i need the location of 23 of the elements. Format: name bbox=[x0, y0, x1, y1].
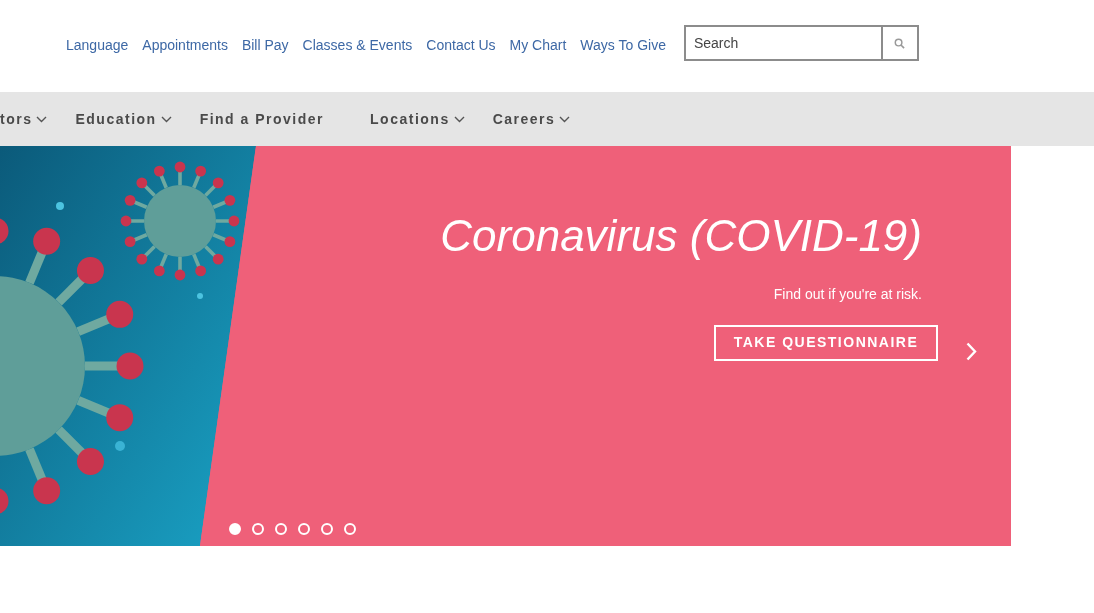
search-icon bbox=[894, 37, 906, 49]
chevron-down-icon bbox=[36, 115, 48, 123]
hero-title: Coronavirus (COVID-19) bbox=[440, 214, 922, 258]
utility-link[interactable]: Appointments bbox=[142, 34, 228, 56]
search-field[interactable]: Search bbox=[683, 25, 883, 61]
utility-link[interactable]: Classes & Events bbox=[302, 34, 413, 56]
nav-item[interactable]: tors bbox=[0, 108, 48, 130]
utility-link[interactable]: Bill Pay bbox=[241, 34, 289, 56]
utility-link[interactable]: Contact Us bbox=[426, 34, 496, 56]
hero-subtitle: Find out if you're at risk. bbox=[773, 285, 922, 304]
nav-item[interactable]: Careers bbox=[492, 108, 571, 130]
utility-link[interactable]: Ways To Give bbox=[580, 34, 666, 56]
questionnaire-button[interactable]: TAKE QUESTIONNAIRE bbox=[714, 324, 938, 361]
nav-item[interactable]: Education bbox=[75, 108, 172, 130]
search-button[interactable] bbox=[882, 25, 919, 61]
chevron-down-icon bbox=[559, 115, 571, 123]
nav-item[interactable]: Locations bbox=[370, 108, 465, 130]
utility-link[interactable]: Language bbox=[66, 34, 129, 56]
nav-item[interactable]: Find a Provider bbox=[199, 108, 325, 130]
chevron-down-icon bbox=[160, 115, 172, 123]
chevron-down-icon bbox=[453, 115, 465, 123]
utility-link[interactable]: My Chart bbox=[509, 34, 567, 56]
chevron-right-icon[interactable] bbox=[966, 342, 977, 361]
